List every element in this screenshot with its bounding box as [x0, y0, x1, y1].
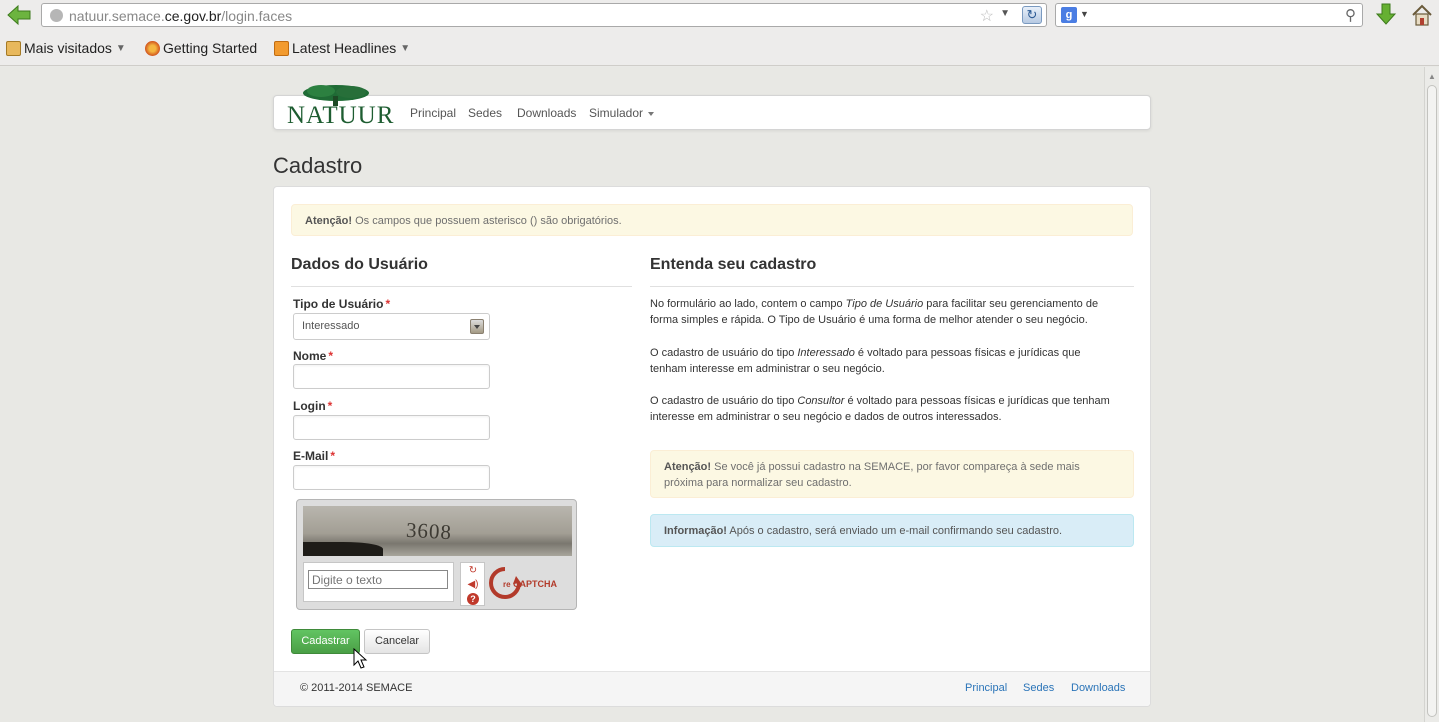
site-identity-icon[interactable]: [50, 9, 63, 22]
folder-icon: [6, 40, 21, 56]
nome-label: Nome *: [293, 349, 334, 363]
magnifier-icon[interactable]: ⚲: [1345, 6, 1356, 24]
mouse-pointer-icon: [353, 648, 368, 669]
nav-downloads[interactable]: Downloads: [517, 106, 576, 120]
bookmark-latest-headlines[interactable]: Latest Headlines ▼: [274, 40, 410, 56]
copyright: © 2011-2014 SEMACE: [300, 682, 413, 694]
bookmark-star-icon[interactable]: ☆: [980, 6, 994, 26]
nav-simulador[interactable]: Simulador: [589, 106, 655, 120]
recaptcha-logo-icon: re CAPTCHA: [489, 567, 557, 599]
vertical-scrollbar[interactable]: ▲: [1424, 67, 1439, 722]
tipo-usuario-select[interactable]: Interessado: [293, 313, 490, 340]
footer-link-principal[interactable]: Principal: [965, 682, 1007, 694]
search-engine-dropdown-icon[interactable]: ▼: [1080, 9, 1089, 19]
existing-account-alert: Atenção! Se você já possui cadastro na S…: [650, 450, 1134, 498]
recaptcha-widget: 3608 ↻ ◀) ? re CAPTCHA: [296, 499, 577, 610]
page-footer: © 2011-2014 SEMACE Principal Sedes Downl…: [274, 671, 1150, 706]
form-heading: Dados do Usuário: [291, 256, 428, 273]
scroll-up-icon[interactable]: ▲: [1428, 72, 1436, 81]
cancelar-button[interactable]: Cancelar: [364, 629, 430, 654]
login-label: Login *: [293, 399, 333, 413]
tipo-usuario-label: Tipo de Usuário *: [293, 297, 391, 311]
top-navbar: NATUUR Principal Sedes Downloads Simulad…: [273, 85, 1151, 130]
audio-icon[interactable]: ◀): [467, 579, 479, 591]
help-icon[interactable]: ?: [467, 593, 479, 605]
footer-link-sedes[interactable]: Sedes: [1023, 682, 1054, 694]
required-fields-alert: Atenção! Os campos que possuem asterisco…: [291, 204, 1133, 236]
page-viewport: NATUUR Principal Sedes Downloads Simulad…: [0, 67, 1424, 722]
svg-text:CAPTCHA: CAPTCHA: [513, 579, 557, 589]
divider: [291, 286, 632, 287]
captcha-input[interactable]: [308, 570, 448, 589]
bookmark-getting-started[interactable]: Getting Started: [145, 40, 257, 56]
divider: [650, 286, 1134, 287]
email-input[interactable]: [293, 465, 490, 490]
captcha-noise: [303, 542, 383, 556]
brand-name: NATUUR: [287, 102, 395, 129]
info-heading: Entenda seu cadastro: [650, 256, 817, 273]
download-arrow-icon[interactable]: [1374, 2, 1398, 28]
history-dropdown-icon[interactable]: ▼: [1000, 8, 1010, 19]
main-panel: Atenção! Os campos que possuem asterisco…: [273, 186, 1151, 707]
caret-down-icon: [648, 111, 655, 116]
nome-input[interactable]: [293, 364, 490, 389]
info-paragraph-2: O cadastro de usuário do tipo Interessad…: [650, 347, 1081, 375]
rss-feed-icon: [274, 40, 289, 56]
info-paragraph-3: O cadastro de usuário do tipo Consultor …: [650, 395, 1110, 423]
email-confirmation-info: Informação! Após o cadastro, será enviad…: [650, 514, 1134, 547]
chevron-down-icon: ▼: [115, 42, 126, 54]
bookmark-most-visited[interactable]: Mais visitados ▼: [6, 40, 126, 56]
search-engine-icon[interactable]: g: [1061, 7, 1077, 23]
address-bar[interactable]: natuur.semace.ce.gov.br/login.faces ☆ ▼ …: [41, 3, 1047, 27]
bookmarks-toolbar: Mais visitados ▼ Getting Started Latest H…: [0, 32, 1439, 66]
svg-text:re: re: [503, 580, 511, 589]
firefox-icon: [145, 40, 160, 56]
home-icon[interactable]: [1410, 2, 1434, 28]
reload-icon[interactable]: ↻: [1022, 6, 1042, 24]
login-input[interactable]: [293, 415, 490, 440]
page-title: Cadastro: [273, 153, 363, 178]
back-arrow-icon[interactable]: [6, 4, 32, 26]
nav-sedes[interactable]: Sedes: [468, 106, 502, 120]
footer-link-downloads[interactable]: Downloads: [1071, 682, 1125, 694]
chevron-down-icon: ▼: [400, 42, 411, 54]
search-bar[interactable]: g ▼ ⚲: [1055, 3, 1363, 27]
select-arrow-icon: [470, 319, 484, 334]
captcha-controls: ↻ ◀) ?: [460, 562, 485, 606]
cadastrar-button[interactable]: Cadastrar: [291, 629, 360, 654]
captcha-image: 3608: [303, 506, 572, 556]
tipo-usuario-value: Interessado: [302, 320, 360, 332]
email-label: E-Mail *: [293, 449, 336, 463]
refresh-icon[interactable]: ↻: [467, 565, 479, 577]
scroll-thumb[interactable]: [1427, 85, 1437, 717]
info-paragraph-1: No formulário ao lado, contem o campo Ti…: [650, 298, 1099, 326]
nav-principal[interactable]: Principal: [410, 106, 456, 120]
captcha-input-area: [303, 562, 454, 602]
captcha-word: 3608: [405, 517, 453, 545]
brand-logo[interactable]: NATUUR: [287, 84, 393, 130]
browser-toolbar: natuur.semace.ce.gov.br/login.faces ☆ ▼ …: [0, 0, 1439, 32]
url-text[interactable]: natuur.semace.ce.gov.br/login.faces: [69, 8, 292, 24]
